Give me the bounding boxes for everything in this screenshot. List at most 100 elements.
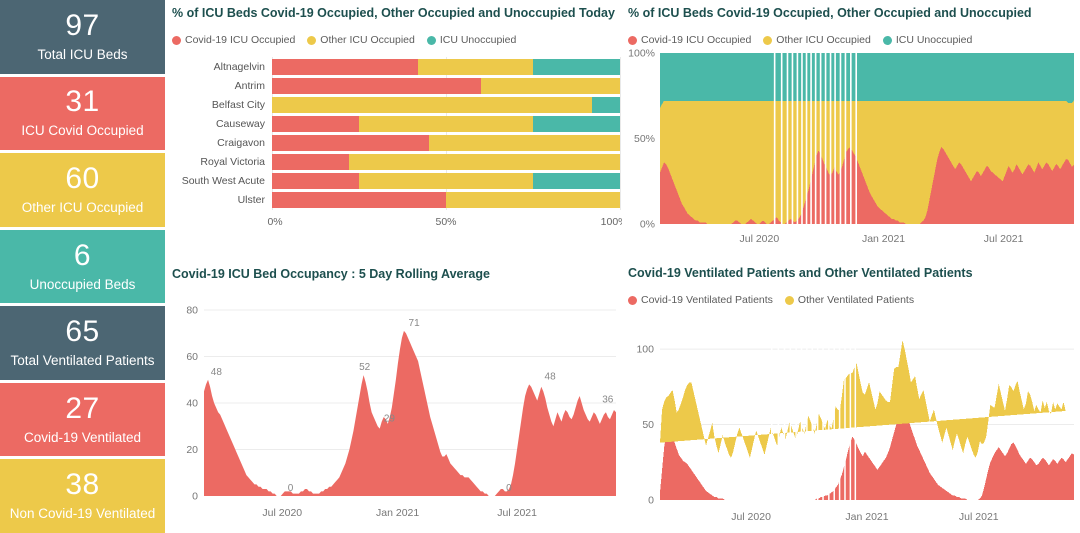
- kpi-tile-icu-covid-occupied[interactable]: 31 ICU Covid Occupied: [0, 76, 165, 151]
- legend-label: Covid-19 ICU Occupied: [185, 34, 296, 46]
- legend-ventilated-patients: Covid-19 Ventilated Patients Other Ventil…: [628, 294, 914, 306]
- x-tick-label: Jul 2021: [959, 511, 999, 523]
- bar-segment[interactable]: [533, 115, 620, 132]
- bar-segment[interactable]: [272, 154, 349, 171]
- bar-segment[interactable]: [272, 77, 481, 94]
- bar-track: [272, 58, 620, 75]
- bar-category-label: South West Acute: [181, 175, 265, 188]
- y-tick-label: 100%: [628, 48, 655, 60]
- bar-chart-row[interactable]: Antrim: [180, 76, 620, 95]
- missing-data-gap: [796, 53, 799, 224]
- missing-data-gap: [855, 53, 858, 224]
- legend-label: Covid-19 Ventilated Patients: [641, 294, 773, 306]
- missing-data-gap: [844, 53, 847, 224]
- missing-data-gap: [844, 334, 846, 500]
- bar-track: [272, 154, 620, 171]
- legend-label: Other ICU Occupied: [320, 34, 415, 46]
- rolling-average-chart: 0 20 40 60 80 48 0 52 29 71 0 48 36 Jul 2020 Jan 2021 J…: [186, 305, 616, 519]
- missing-data-gap: [838, 334, 841, 500]
- kpi-value: 60: [65, 162, 100, 196]
- missing-data-gap: [786, 53, 789, 224]
- gridline: [620, 57, 621, 210]
- panel-title-ventilated-patients: Covid-19 Ventilated Patients and Other V…: [628, 266, 973, 280]
- missing-data-gap: [819, 53, 822, 224]
- panel-icu-beds-today: % of ICU Beds Covid-19 Occupied, Other O…: [168, 0, 628, 262]
- data-point-label: 36: [602, 395, 614, 406]
- bar-segment[interactable]: [592, 96, 620, 113]
- bar-segment[interactable]: [272, 115, 359, 132]
- bar-segment[interactable]: [272, 96, 593, 113]
- bar-chart-row[interactable]: Craigavon: [180, 134, 620, 153]
- y-tick-label: 0%: [640, 219, 655, 231]
- bar-segment[interactable]: [272, 135, 429, 152]
- x-tick-label: Jan 2021: [376, 507, 419, 519]
- legend-swatch-icon: [307, 35, 317, 45]
- panel-covid-icu-rolling: Covid-19 ICU Bed Occupancy : 5 Day Rolli…: [168, 262, 620, 533]
- bar-chart-row[interactable]: Altnagelvin: [180, 57, 620, 76]
- kpi-tile-unoccupied-beds[interactable]: 6 Unoccupied Beds: [0, 229, 165, 304]
- legend-item[interactable]: ICU Unoccupied: [426, 34, 516, 46]
- bar-chart-row[interactable]: South West Acute: [180, 172, 620, 191]
- missing-data-gap: [791, 53, 794, 224]
- y-tick-label: 60: [186, 351, 198, 363]
- missing-data-gap: [849, 334, 852, 500]
- bar-segment[interactable]: [272, 173, 359, 190]
- kpi-value: 38: [65, 468, 100, 502]
- missing-data-gap: [829, 53, 832, 224]
- bar-chart-row[interactable]: Royal Victoria: [180, 153, 620, 172]
- legend-item[interactable]: Other ICU Occupied: [307, 34, 415, 46]
- kpi-tile-total-icu-beds[interactable]: 97 Total ICU Beds: [0, 0, 165, 74]
- bar-x-tick-label: 50%: [435, 216, 457, 228]
- data-point-label: 29: [384, 413, 396, 424]
- bar-segment[interactable]: [359, 115, 533, 132]
- legend-item[interactable]: Covid-19 Ventilated Patients: [628, 294, 773, 306]
- kpi-tile-other-icu-occupied[interactable]: 60 Other ICU Occupied: [0, 153, 165, 227]
- missing-data-gap: [839, 53, 842, 224]
- bar-chart-row[interactable]: Ulster: [180, 191, 620, 210]
- data-point-label: 71: [409, 318, 421, 329]
- kpi-label: Unoccupied Beds: [29, 276, 136, 292]
- missing-data-gap: [805, 53, 808, 224]
- x-tick-label: Jan 2021: [862, 233, 905, 245]
- missing-data-gap: [789, 334, 792, 500]
- legend-item[interactable]: Other Ventilated Patients: [784, 294, 915, 306]
- legend-label: Other Ventilated Patients: [797, 294, 915, 306]
- data-point-label: 48: [545, 371, 557, 382]
- bar-chart-row[interactable]: Belfast City: [180, 95, 620, 114]
- bar-segment[interactable]: [480, 77, 620, 94]
- panel-ventilated-patients: Covid-19 Ventilated Patients and Other V…: [622, 258, 1080, 533]
- bar-segment[interactable]: [272, 58, 419, 75]
- bar-segment[interactable]: [272, 192, 446, 209]
- missing-data-gap: [777, 334, 780, 500]
- x-tick-label: Jul 2021: [984, 233, 1024, 245]
- bar-chart-row[interactable]: Causeway: [180, 114, 620, 133]
- bar-category-label: Ulster: [237, 194, 265, 207]
- x-tick-label: Jul 2021: [497, 507, 537, 519]
- panel-title-icu-beds-today: % of ICU Beds Covid-19 Occupied, Other O…: [172, 6, 615, 20]
- bar-segment[interactable]: [418, 58, 533, 75]
- bar-track: [272, 96, 620, 113]
- bar-segment[interactable]: [446, 192, 620, 209]
- missing-data-gap: [833, 334, 835, 500]
- kpi-label: Non Covid-19 Ventilated: [9, 506, 156, 522]
- bar-category-label: Belfast City: [211, 98, 265, 111]
- bar-segment[interactable]: [532, 58, 620, 75]
- missing-data-gap: [854, 334, 857, 500]
- kpi-tile-non-covid-19-ventilated[interactable]: 38 Non Covid-19 Ventilated: [0, 459, 165, 533]
- kpi-tile-covid-19-ventilated[interactable]: 27 Covid-19 Ventilated: [0, 382, 165, 457]
- bar-segment[interactable]: [359, 173, 533, 190]
- bar-track: [272, 173, 620, 190]
- missing-data-gap: [770, 334, 773, 500]
- y-tick-label: 50%: [634, 133, 655, 145]
- rolling-average-area: [204, 330, 616, 496]
- bar-segment[interactable]: [533, 173, 620, 190]
- x-tick-label: Jul 2020: [740, 233, 780, 245]
- kpi-tile-total-ventilated-patients[interactable]: 65 Total Ventilated Patients: [0, 306, 165, 380]
- x-tick-label: Jul 2020: [262, 507, 302, 519]
- bar-segment[interactable]: [348, 154, 620, 171]
- missing-data-gap: [828, 334, 830, 500]
- y-tick-label: 100: [636, 344, 654, 356]
- bar-segment[interactable]: [428, 135, 620, 152]
- legend-item[interactable]: Covid-19 ICU Occupied: [172, 34, 295, 46]
- pct-area-chart: 0% 50% 100% Jul 2020 Jan 2021 Jul 2021: [628, 48, 1074, 245]
